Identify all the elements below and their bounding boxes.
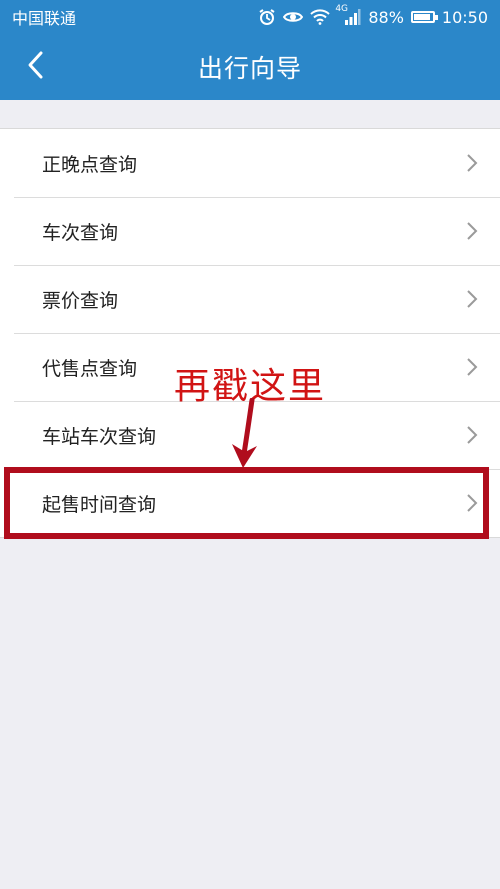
clock: 10:50 (441, 7, 488, 27)
battery-level (413, 14, 430, 20)
menu-item-label: 票价查询 (42, 289, 119, 312)
nav-bar: 出行向导 (0, 34, 500, 100)
wifi-icon (310, 9, 331, 25)
chevron-right-icon (466, 153, 478, 177)
menu-item-label: 车站车次查询 (42, 425, 157, 448)
menu-item-fare-query[interactable]: 票价查询 (0, 265, 500, 333)
chevron-left-icon (26, 50, 44, 84)
back-button[interactable] (18, 49, 52, 85)
battery-icon (410, 11, 438, 23)
chevron-right-icon (466, 289, 478, 313)
annotation-arrow (228, 397, 268, 474)
menu-item-label: 车次查询 (42, 221, 119, 244)
chevron-right-icon (466, 221, 478, 245)
menu-item-delay-query[interactable]: 正晚点查询 (0, 129, 500, 197)
menu-item-label: 正晚点查询 (42, 153, 138, 176)
highlight-box (4, 467, 489, 539)
page-title: 出行向导 (197, 54, 302, 83)
chevron-right-icon (466, 425, 478, 449)
eye-comfort-icon (283, 9, 304, 25)
menu-item-train-query[interactable]: 车次查询 (0, 197, 500, 265)
menu-item-label: 代售点查询 (42, 357, 138, 380)
signal-icon: 4G (335, 4, 361, 26)
chevron-right-icon (466, 357, 478, 381)
alarm-icon (258, 8, 276, 26)
status-icons: 4G 88% 10:50 (258, 4, 488, 27)
status-bar: 中国联通 4G 88% 10:50 (0, 0, 500, 34)
battery-percent: 88% (368, 7, 404, 27)
carrier-label: 中国联通 (12, 9, 77, 28)
